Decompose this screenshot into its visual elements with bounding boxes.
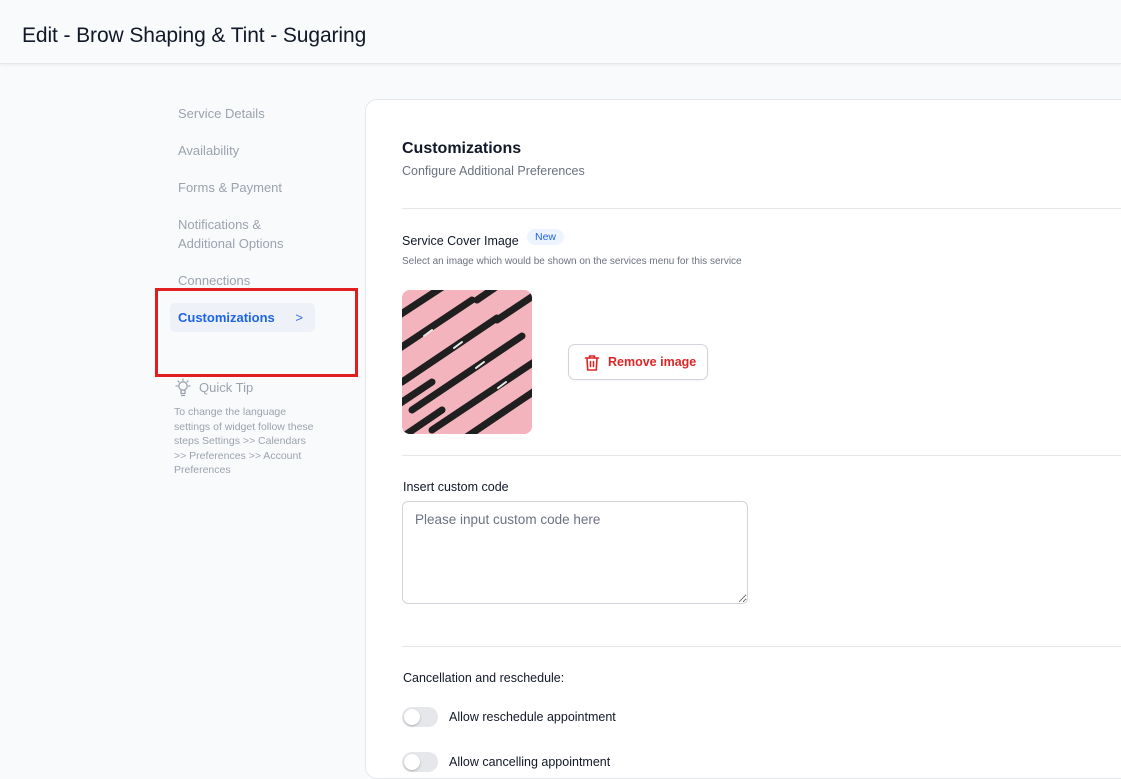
- highlight-box: [155, 288, 358, 377]
- toggle-knob: [404, 709, 420, 725]
- section-subtitle: Configure Additional Preferences: [402, 164, 585, 178]
- section-title: Customizations: [402, 140, 522, 157]
- reschedule-toggle[interactable]: [402, 707, 438, 727]
- custom-code-label: Insert custom code: [403, 480, 509, 494]
- custom-code-input[interactable]: [402, 501, 748, 604]
- cover-image-label: Service Cover Image: [402, 234, 519, 248]
- trash-icon: [584, 355, 600, 371]
- sidebar-item-service-details[interactable]: Service Details: [170, 99, 315, 128]
- cover-image-graphic: [402, 290, 532, 434]
- quick-tip-text: To change the language settings of widge…: [174, 406, 314, 476]
- cancellation-label: Cancellation and reschedule:: [403, 671, 565, 685]
- page-title: Edit - Brow Shaping & Tint - Sugaring: [22, 24, 367, 47]
- remove-image-label: Remove image: [608, 355, 697, 369]
- divider: [402, 208, 1121, 209]
- sidebar-item-availability[interactable]: Availability: [170, 136, 315, 165]
- divider: [402, 646, 1121, 647]
- reschedule-toggle-label: Allow reschedule appointment: [449, 710, 616, 724]
- cover-image-hint: Select an image which would be shown on …: [402, 256, 742, 267]
- sidebar-item-forms-payment[interactable]: Forms & Payment: [170, 173, 315, 202]
- toggle-knob: [404, 754, 420, 770]
- sidebar-item-notifications[interactable]: Notifications & Additional Options: [170, 210, 300, 258]
- lightbulb-icon: [175, 378, 191, 397]
- service-cover-image: [402, 290, 532, 434]
- cancel-toggle-label: Allow cancelling appointment: [449, 755, 611, 769]
- divider: [402, 455, 1121, 456]
- cancel-toggle[interactable]: [402, 752, 438, 772]
- quick-tip-title: Quick Tip: [199, 380, 254, 395]
- remove-image-button[interactable]: Remove image: [568, 344, 708, 380]
- new-badge: New: [527, 229, 565, 245]
- top-bar: Edit - Brow Shaping & Tint - Sugaring: [0, 0, 1121, 64]
